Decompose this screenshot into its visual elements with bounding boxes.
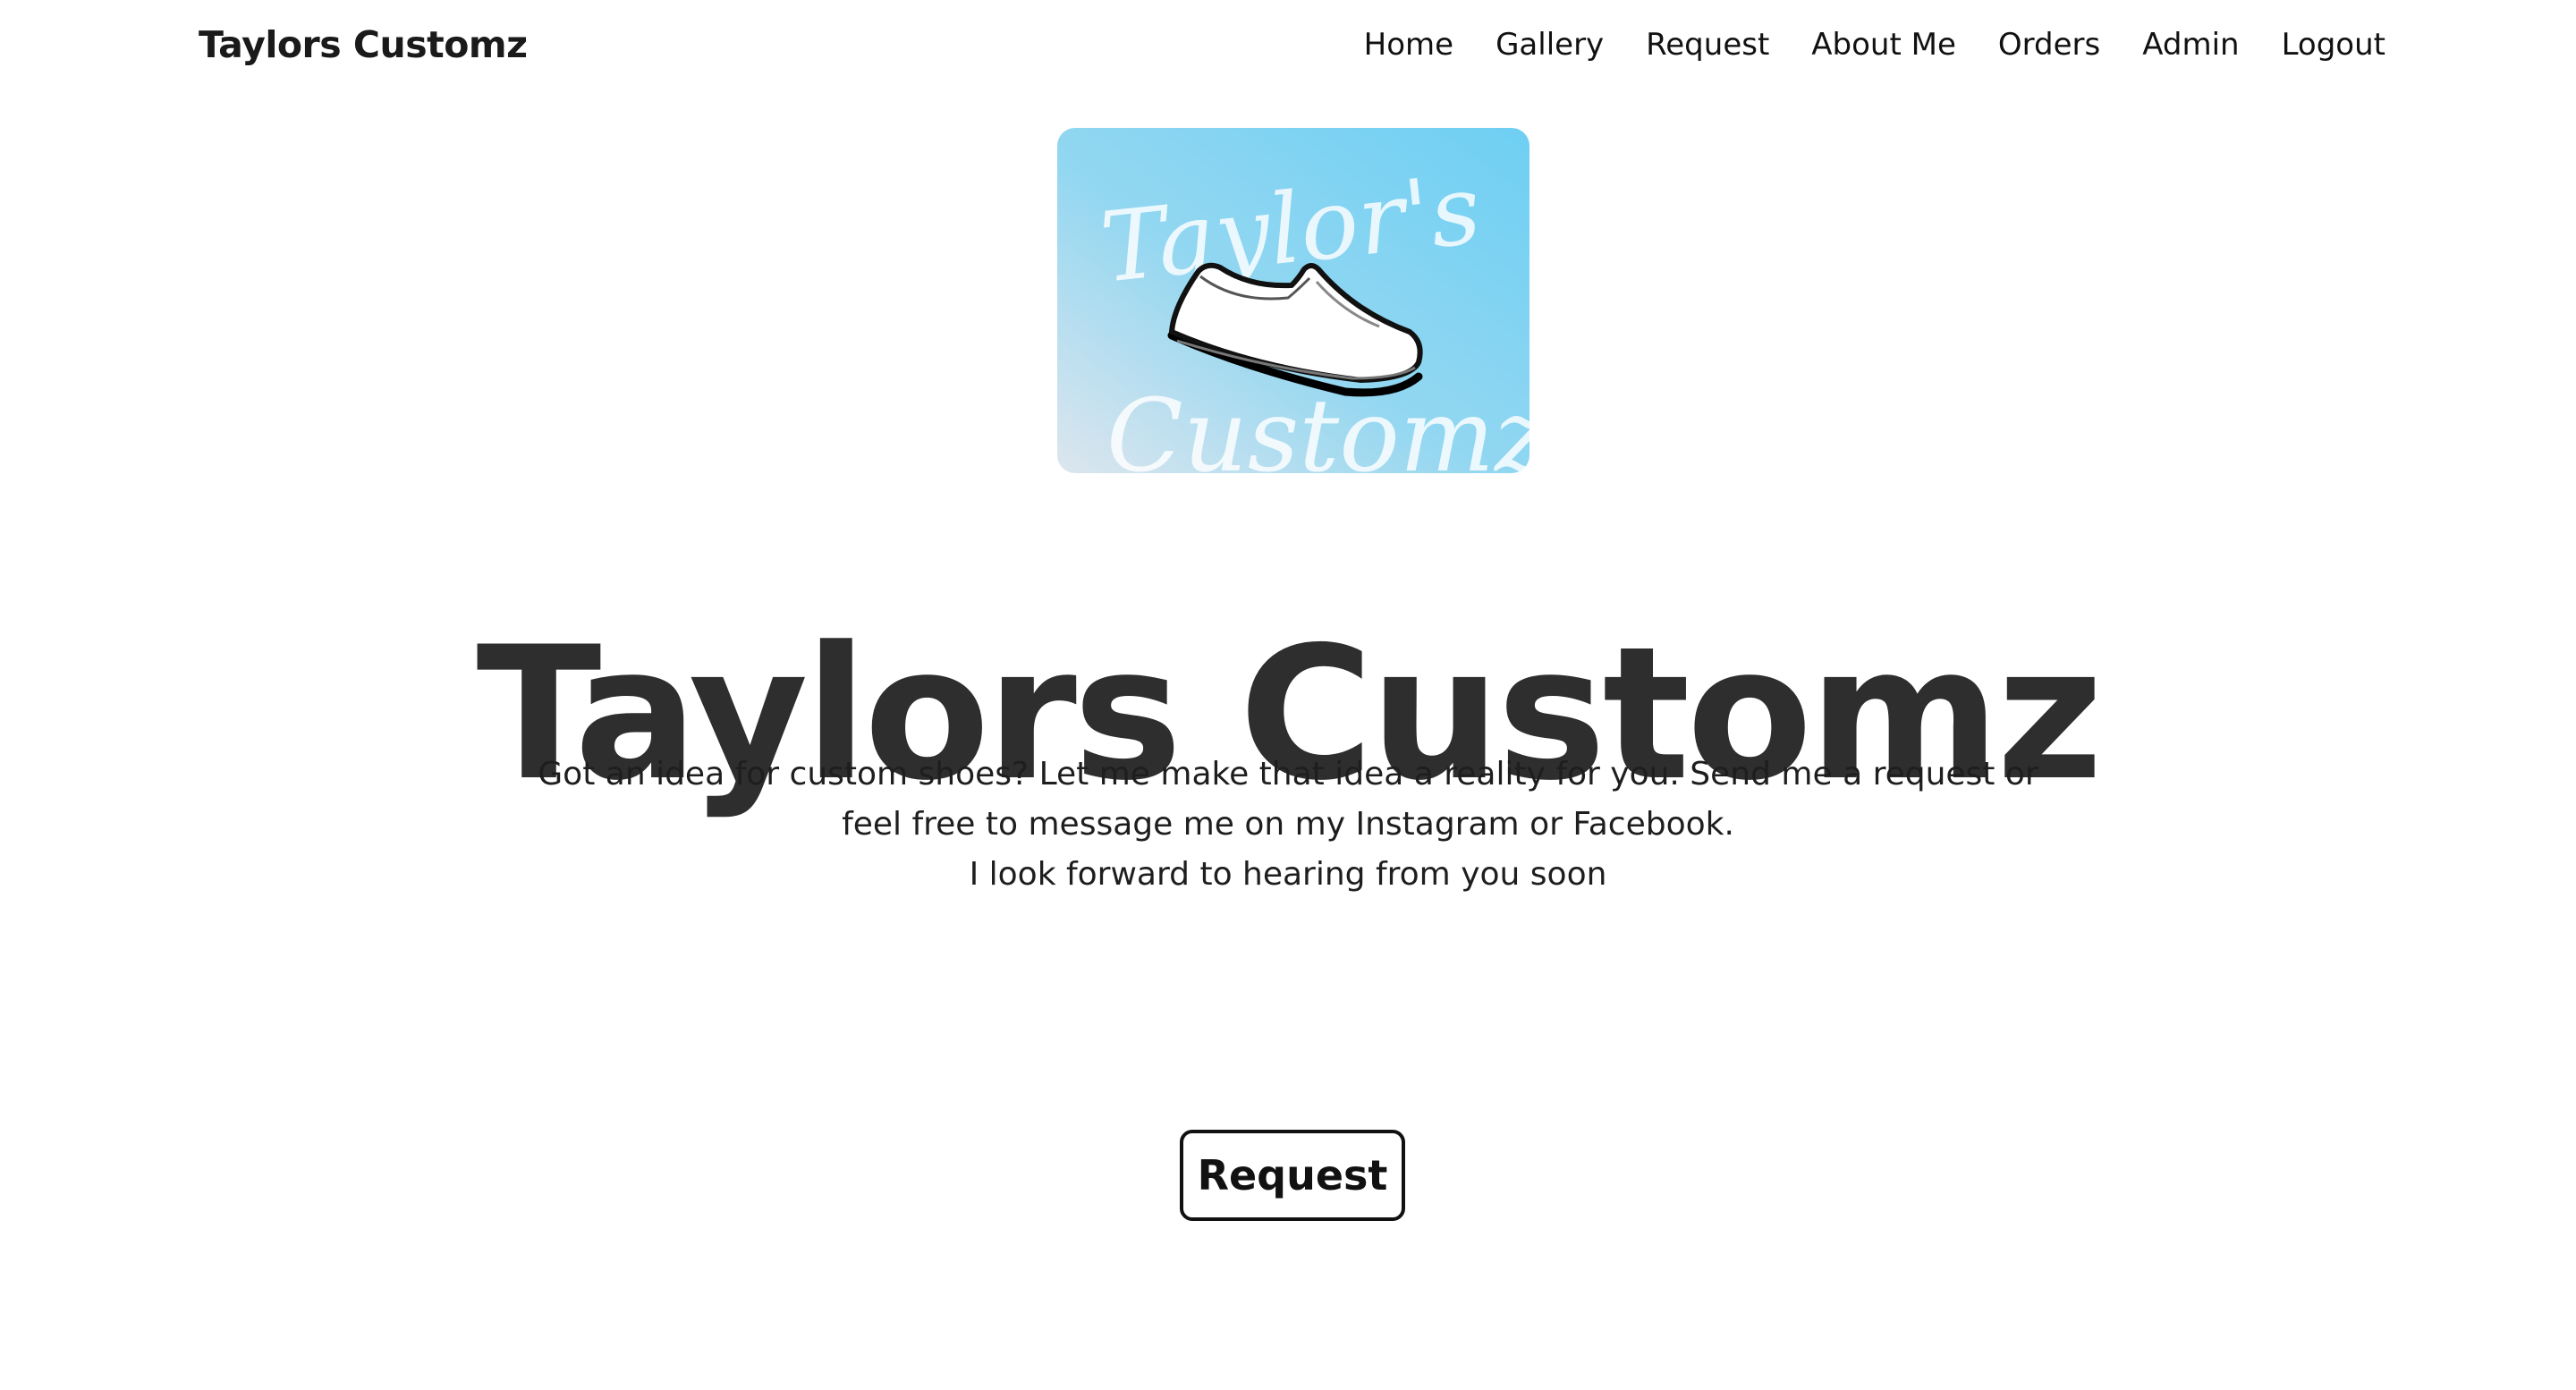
nav-admin[interactable]: Admin [2142,27,2239,63]
nav-orders[interactable]: Orders [1998,27,2100,63]
main-nav: Home Gallery Request About Me Orders Adm… [1364,27,2385,63]
logo-graphic: Taylor's Customz [1057,128,1530,473]
hero-logo-image: Taylor's Customz [1057,128,1530,473]
hero-description: Got an idea for custom shoes? Let me mak… [483,750,2093,900]
nav-request[interactable]: Request [1646,27,1769,63]
request-button[interactable]: Request [1180,1130,1405,1221]
nav-about-me[interactable]: About Me [1811,27,1956,63]
nav-home[interactable]: Home [1364,27,1453,63]
hero-description-line: Got an idea for custom shoes? Let me mak… [538,756,2038,792]
page: Taylors Customz Home Gallery Request Abo… [0,0,2576,1390]
logo-bottom-text: Customz [1106,378,1530,473]
hero-description-line: I look forward to hearing from you soon [969,856,1607,893]
hero-description-line: feel free to message me on my Instagram … [842,806,1734,843]
brand-link[interactable]: Taylors Customz [199,23,528,66]
nav-logout[interactable]: Logout [2282,27,2385,63]
nav-gallery[interactable]: Gallery [1496,27,1604,63]
